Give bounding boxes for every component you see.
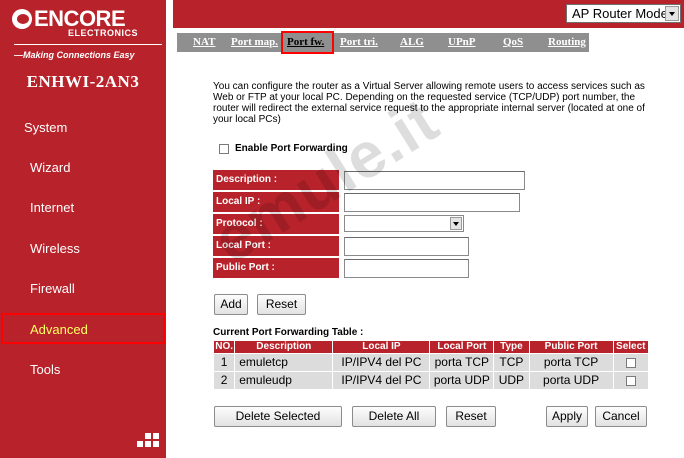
column-header-select: Select xyxy=(613,341,648,353)
description-input[interactable] xyxy=(344,171,525,190)
tab-routing[interactable]: Routing xyxy=(548,35,586,49)
row-public-port: porta TCP xyxy=(529,354,613,371)
page-description: You can configure the router as a Virtua… xyxy=(213,81,645,125)
table-header-row: NO. Description Local IP Local Port Type… xyxy=(214,341,648,353)
sidebar-active-highlight xyxy=(1,313,165,344)
protocol-select[interactable] xyxy=(344,215,464,232)
delete-all-button[interactable]: Delete All xyxy=(352,406,436,427)
mode-select-value: AP Router Mode xyxy=(572,6,668,21)
public-port-label: Public Port : xyxy=(213,258,339,278)
local-ip-input[interactable] xyxy=(344,193,520,212)
apply-button[interactable]: Apply xyxy=(546,406,588,427)
sidebar-item-internet[interactable]: Internet xyxy=(30,200,74,216)
tab-nat[interactable]: NAT xyxy=(193,35,215,49)
sidebar-item-system[interactable]: System xyxy=(24,120,67,136)
sidebar-item-tools[interactable]: Tools xyxy=(30,362,60,378)
row-type: UDP xyxy=(494,372,529,389)
delete-selected-button[interactable]: Delete Selected xyxy=(214,406,342,427)
tab-port-tri[interactable]: Port tri. xyxy=(340,35,378,49)
mode-select[interactable]: AP Router Mode xyxy=(566,4,681,23)
apps-grid-icon[interactable] xyxy=(137,433,159,449)
row-select-cell xyxy=(613,354,648,371)
protocol-label: Protocol : xyxy=(213,214,339,234)
logo-tagline: —Making Connections Easy xyxy=(14,50,135,60)
model-name: ENHWI-2AN3 xyxy=(26,72,140,91)
row-public-port: porta UDP xyxy=(529,372,613,389)
table-row: 1 emuletcp IP/IPV4 del PC porta TCP TCP … xyxy=(214,354,648,371)
chevron-down-icon[interactable] xyxy=(665,6,679,21)
logo-divider xyxy=(14,44,162,45)
chevron-down-icon[interactable] xyxy=(450,217,462,230)
public-port-input[interactable] xyxy=(344,259,469,278)
port-forwarding-table: NO. Description Local IP Local Port Type… xyxy=(213,340,649,390)
local-ip-label: Local IP : xyxy=(213,192,339,212)
local-port-input[interactable] xyxy=(344,237,469,256)
row-description: emuletcp xyxy=(235,354,333,371)
local-port-label: Local Port : xyxy=(213,236,339,256)
row-local-ip: IP/IPV4 del PC xyxy=(333,354,430,371)
sidebar-item-wireless[interactable]: Wireless xyxy=(30,241,80,257)
tab-port-map[interactable]: Port map. xyxy=(231,35,278,49)
cancel-button[interactable]: Cancel xyxy=(595,406,647,427)
reset-table-button[interactable]: Reset xyxy=(446,406,496,427)
encore-logo-mark-icon xyxy=(12,9,32,29)
column-header-local-ip: Local IP xyxy=(333,341,430,353)
row-local-port: porta UDP xyxy=(430,372,494,389)
row-select-checkbox[interactable] xyxy=(625,375,636,386)
description-label: Description : xyxy=(213,170,339,190)
row-number: 1 xyxy=(214,354,235,371)
tab-alg[interactable]: ALG xyxy=(400,35,424,49)
column-header-no: NO. xyxy=(214,341,235,353)
row-local-ip: IP/IPV4 del PC xyxy=(333,372,430,389)
enable-port-forwarding-checkbox[interactable] xyxy=(219,144,229,154)
column-header-type: Type xyxy=(494,341,529,353)
column-header-description: Description xyxy=(235,341,333,353)
table-row: 2 emuleudp IP/IPV4 del PC porta UDP UDP … xyxy=(214,372,648,389)
encore-logo: ENCORE ELECTRONICS —Making Connections E… xyxy=(4,6,162,60)
port-forwarding-table-title: Current Port Forwarding Table : xyxy=(213,327,364,338)
column-header-public-port: Public Port xyxy=(529,341,613,353)
tab-upnp[interactable]: UPnP xyxy=(448,35,476,49)
sidebar-item-firewall[interactable]: Firewall xyxy=(30,281,75,297)
row-type: TCP xyxy=(494,354,529,371)
reset-form-button[interactable]: Reset xyxy=(257,294,306,315)
row-local-port: porta TCP xyxy=(430,354,494,371)
sidebar-item-wizard[interactable]: Wizard xyxy=(30,160,70,176)
column-header-local-port: Local Port xyxy=(430,341,494,353)
row-select-checkbox[interactable] xyxy=(625,357,636,368)
row-description: emuleudp xyxy=(235,372,333,389)
enable-port-forwarding-label: Enable Port Forwarding xyxy=(235,143,348,154)
active-tab-highlight xyxy=(281,31,334,54)
tab-qos[interactable]: QoS xyxy=(503,35,523,49)
add-button[interactable]: Add xyxy=(214,294,248,315)
row-number: 2 xyxy=(214,372,235,389)
sidebar: ENCORE ELECTRONICS —Making Connections E… xyxy=(0,0,166,458)
row-select-cell xyxy=(613,372,648,389)
logo-subtext: ELECTRONICS xyxy=(68,28,139,38)
logo-text: ENCORE xyxy=(34,6,126,31)
